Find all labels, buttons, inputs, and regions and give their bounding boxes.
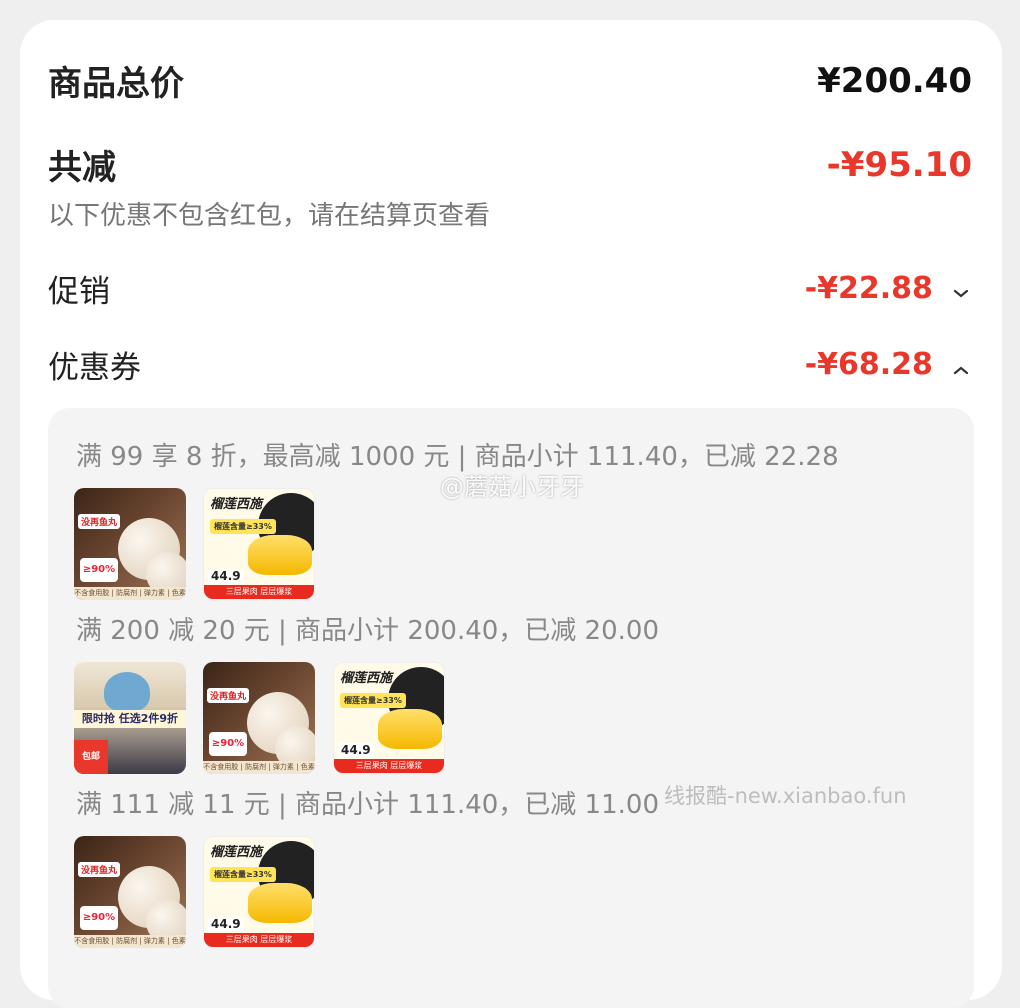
product-thumb-durian[interactable]: 榴莲西施 榴莲含量≥33% 44.9 三层果肉 层层爆浆 — [203, 488, 315, 600]
total-value: ¥200.40 — [817, 60, 972, 101]
weibo-watermark: @蘑菇小牙牙 — [440, 473, 584, 501]
total-label: 商品总价 — [48, 64, 184, 104]
durian-filling-image — [248, 535, 312, 575]
site-watermark: 线报酷-new.xianbao.fun — [664, 784, 907, 808]
product-band: 三层果肉 层层爆浆 — [204, 585, 314, 599]
product-footer: 不含食用胶 | 防腐剂 | 弹力素 | 色素 — [74, 587, 186, 600]
product-thumb-fishball[interactable]: 没再鱼丸 ≥90% 不含食用胶 | 防腐剂 | 弹力素 | 色素 — [74, 488, 186, 600]
product-tag: 没再鱼丸 — [78, 514, 121, 529]
product-percent: ≥90% — [209, 732, 247, 756]
chevron-up-icon[interactable] — [950, 359, 972, 381]
product-title: 榴莲西施 — [210, 845, 263, 860]
promo-label: 促销 — [48, 274, 110, 310]
discount-note: 以下优惠不包含红包，请在结算页查看 — [48, 201, 491, 231]
product-pill: 榴莲含量≥33% — [210, 519, 276, 534]
product-thumb-fishball[interactable]: 没再鱼丸 ≥90% 不含食用胶 | 防腐剂 | 弹力素 | 色素 — [74, 836, 186, 948]
product-price: 44.9 — [338, 743, 374, 757]
product-pill: 榴莲含量≥33% — [210, 867, 276, 882]
durian-filling-image — [378, 709, 442, 749]
coupon-rule: 满 111 减 11 元 | 商品小计 111.40，已减 11.00 — [76, 790, 659, 820]
durian-filling-image — [248, 883, 312, 923]
product-percent: ≥90% — [80, 558, 118, 582]
product-thumb-durian[interactable]: 榴莲西施 榴莲含量≥33% 44.9 三层果肉 层层爆浆 — [203, 836, 315, 948]
product-thumb-fishball[interactable]: 没再鱼丸 ≥90% 不含食用胶 | 防腐剂 | 弹力素 | 色素 — [203, 662, 315, 774]
reduce-row: 共减 -¥95.10 — [48, 140, 972, 189]
product-tag: 没再鱼丸 — [78, 862, 121, 877]
product-band: 三层果肉 层层爆浆 — [334, 759, 444, 773]
promo-value-wrap: -¥22.88 — [805, 271, 972, 306]
reduce-label: 共减 — [48, 148, 116, 188]
product-thumb-durian[interactable]: 榴莲西施 榴莲含量≥33% 44.9 三层果肉 层层爆浆 — [333, 662, 445, 774]
product-tag: 没再鱼丸 — [207, 688, 250, 703]
product-price: 44.9 — [208, 569, 244, 583]
product-title: 榴莲西施 — [210, 497, 263, 512]
product-footer: 不含食用胶 | 防腐剂 | 弹力素 | 色素 — [203, 761, 315, 774]
coupon-row[interactable]: 优惠券 -¥68.28 — [48, 342, 972, 387]
product-title: 榴莲西施 — [340, 671, 393, 686]
promo-row[interactable]: 促销 -¥22.88 — [48, 266, 972, 311]
coupon-rule: 满 200 减 20 元 | 商品小计 200.40，已减 20.00 — [76, 616, 659, 646]
product-thumb-mobile[interactable]: 限时抢 任选2件9折 包邮 — [74, 662, 186, 774]
promo-value: -¥22.88 — [804, 271, 933, 306]
chevron-down-icon[interactable] — [950, 283, 972, 305]
product-percent: ≥90% — [80, 906, 118, 930]
product-pill: 榴莲含量≥33% — [340, 693, 406, 708]
product-badge: 包邮 — [74, 740, 108, 774]
product-footer: 不含食用胶 | 防腐剂 | 弹力素 | 色素 — [74, 935, 186, 948]
coupon-label: 优惠券 — [48, 350, 141, 386]
total-row: 商品总价 ¥200.40 — [48, 56, 972, 105]
product-strip: 限时抢 任选2件9折 — [74, 710, 186, 728]
coupon-value-wrap: -¥68.28 — [805, 347, 972, 382]
mobile-image — [104, 672, 150, 712]
product-price: 44.9 — [208, 917, 244, 931]
coupon-value: -¥68.28 — [804, 347, 933, 382]
reduce-value: -¥95.10 — [826, 144, 972, 185]
product-band: 三层果肉 层层爆浆 — [204, 933, 314, 947]
